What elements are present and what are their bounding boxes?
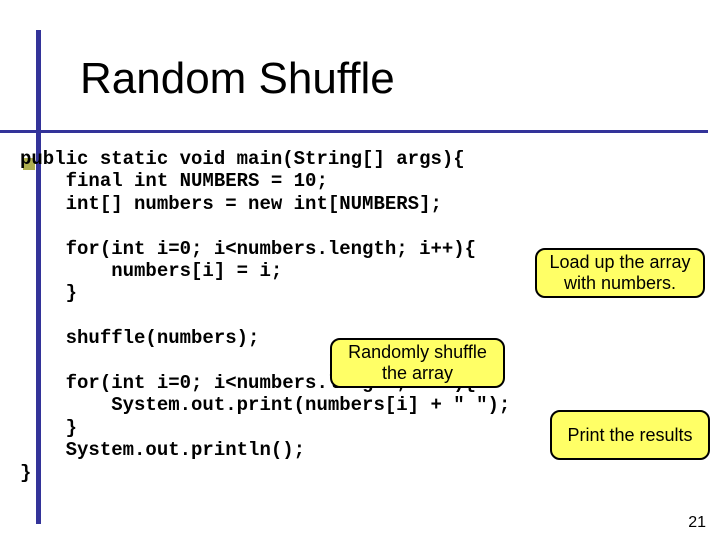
callout-shuffle: Randomly shuffle the array <box>330 338 505 388</box>
code-line: shuffle(numbers); <box>20 327 259 349</box>
callout-text: Randomly shuffle the array <box>342 342 493 383</box>
code-line: int[] numbers = new int[NUMBERS]; <box>20 193 442 215</box>
slide: Random Shuffle public static void main(S… <box>0 0 720 540</box>
horizontal-rule <box>0 130 708 133</box>
code-line: } <box>20 282 77 304</box>
callout-load-array: Load up the array with numbers. <box>535 248 705 298</box>
callout-text: Load up the array with numbers. <box>547 252 693 293</box>
code-line: final int NUMBERS = 10; <box>20 170 328 192</box>
code-block: public static void main(String[] args){ … <box>20 148 510 484</box>
slide-title: Random Shuffle <box>80 54 395 104</box>
callout-print: Print the results <box>550 410 710 460</box>
code-line: public static void main(String[] args){ <box>20 148 465 170</box>
code-line: } <box>20 417 77 439</box>
code-line: numbers[i] = i; <box>20 260 282 282</box>
code-line: System.out.println(); <box>20 439 305 461</box>
code-line: System.out.print(numbers[i] + " "); <box>20 394 510 416</box>
code-line: for(int i=0; i<numbers.length; i++){ <box>20 238 476 260</box>
page-number: 21 <box>688 514 706 532</box>
callout-text: Print the results <box>567 425 692 446</box>
code-line: } <box>20 462 31 484</box>
